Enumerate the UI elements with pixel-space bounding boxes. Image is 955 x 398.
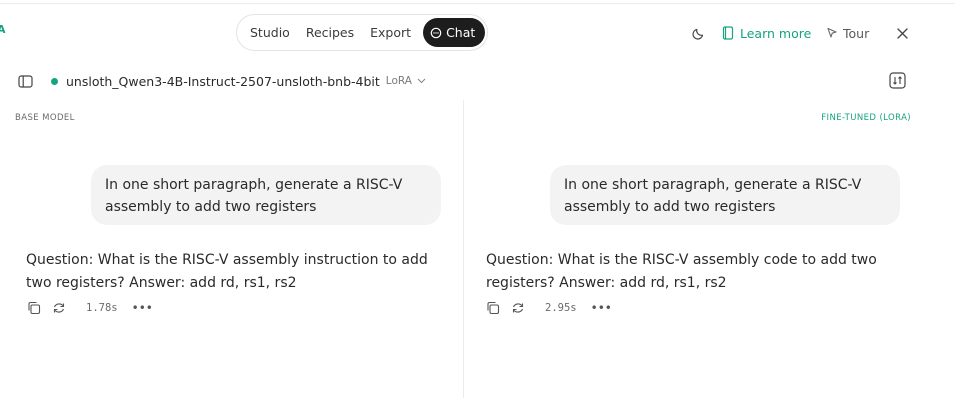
chevron-down-icon: [417, 78, 426, 84]
regenerate-icon[interactable]: [510, 301, 525, 316]
tuned-response-time: 2.95s: [545, 302, 577, 314]
base-user-message: In one short paragraph, generate a RISC-…: [91, 165, 441, 225]
theme-toggle-button[interactable]: [692, 24, 706, 42]
tuned-response-line-2: registers? Answer: add rd, rs1, rs2: [486, 275, 727, 291]
sidebar-toggle-icon[interactable]: [18, 74, 33, 88]
base-response-line-2: two registers? Answer: add rd, rs1, rs2: [26, 275, 297, 291]
tab-chat[interactable]: Chat: [423, 18, 486, 47]
compare-settings-button[interactable]: [889, 72, 906, 89]
panel-divider: [463, 100, 464, 398]
copy-icon[interactable]: [26, 301, 41, 316]
tuned-user-message: In one short paragraph, generate a RISC-…: [550, 165, 900, 225]
base-message-actions: 1.78s •••: [26, 300, 153, 316]
base-model-label: BASE MODEL: [15, 113, 75, 123]
tab-export[interactable]: Export: [362, 18, 419, 47]
fine-tuned-label: FINE-TUNED (LORA): [821, 113, 911, 123]
close-button[interactable]: [896, 24, 909, 42]
tab-recipes[interactable]: Recipes: [298, 18, 362, 47]
adapter-tag: LoRA: [385, 75, 412, 87]
tuned-response-line-1: Question: What is the RISC-V assembly co…: [486, 252, 877, 268]
base-response-line-1: Question: What is the RISC-V assembly in…: [26, 252, 428, 268]
tuned-message-actions: 2.95s •••: [485, 300, 612, 316]
book-icon: [722, 26, 734, 40]
chat-bubble-icon: [430, 27, 442, 39]
moon-icon: [692, 26, 706, 40]
compare-toggle-icon: [889, 72, 906, 89]
model-selector-row: unsloth_Qwen3-4B-Instruct-2507-unsloth-b…: [18, 71, 426, 91]
tuned-assistant-response: Question: What is the RISC-V assembly co…: [486, 249, 906, 295]
tab-studio[interactable]: Studio: [242, 18, 298, 47]
model-dropdown[interactable]: unsloth_Qwen3-4B-Instruct-2507-unsloth-b…: [66, 74, 426, 89]
pointer-icon: [826, 27, 838, 39]
learn-more-link[interactable]: Learn more: [722, 24, 811, 42]
main-nav: Studio Recipes Export Chat: [236, 14, 488, 51]
base-assistant-response: Question: What is the RISC-V assembly in…: [26, 249, 446, 295]
top-border: [0, 3, 955, 4]
more-options-icon[interactable]: •••: [132, 301, 153, 315]
model-status-dot: [51, 77, 58, 85]
more-options-icon[interactable]: •••: [591, 301, 612, 315]
tour-button[interactable]: Tour: [826, 24, 869, 42]
copy-icon[interactable]: [485, 301, 500, 316]
tour-label: Tour: [843, 25, 870, 41]
regenerate-icon[interactable]: [51, 301, 66, 316]
tab-chat-label: Chat: [446, 25, 476, 40]
brand-fragment: A: [0, 23, 6, 36]
base-response-time: 1.78s: [86, 302, 118, 314]
close-icon: [896, 27, 909, 40]
model-name: unsloth_Qwen3-4B-Instruct-2507-unsloth-b…: [66, 73, 380, 89]
learn-more-label: Learn more: [740, 25, 812, 41]
